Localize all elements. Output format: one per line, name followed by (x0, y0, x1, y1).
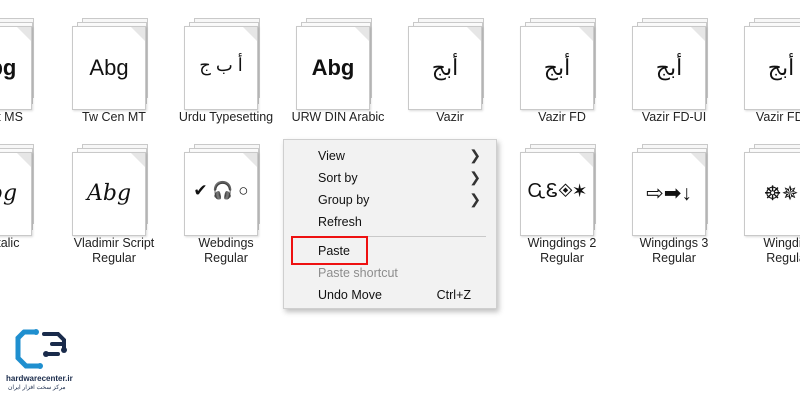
chevron-right-icon: ❯ (469, 169, 481, 185)
font-tile[interactable]: Abg Tw Cen MT (62, 18, 166, 125)
menu-item-label: Group by (318, 193, 370, 207)
menu-item-label: Undo Move (318, 288, 382, 302)
font-file-icon: أبج (408, 18, 492, 110)
font-sample: أبج (543, 55, 571, 80)
font-file-icon: Abg (72, 18, 156, 110)
menu-item-label: Sort by (318, 171, 358, 185)
font-name: Webdings (198, 236, 254, 250)
font-sample: Abg (311, 55, 355, 80)
font-name: Tw Cen MT (82, 110, 146, 124)
font-name: Vladimir Script (73, 236, 155, 250)
watermark-tagline: مرکز سخت افزار ایران (8, 385, 66, 391)
font-tile[interactable]: Abg chet MS (0, 18, 52, 125)
font-file-icon: Abg (0, 144, 42, 236)
font-tile[interactable]: Abg di Italic (0, 144, 52, 251)
font-file-icon: ⇨➡↓ (632, 144, 716, 236)
font-sample: أبج (655, 55, 683, 80)
font-sample: Abg (0, 181, 18, 206)
font-sample: Abg (0, 55, 17, 80)
menu-item-sort-by[interactable]: Sort by ❯ (285, 167, 495, 189)
chevron-right-icon: ❯ (469, 147, 481, 163)
font-name: Wingdings 3 (639, 236, 709, 250)
font-tile[interactable]: أبج Vazir FD (510, 18, 614, 125)
font-file-icon: ☸✵ (744, 144, 800, 236)
font-sample: ✔ 🎧 ○ (193, 181, 249, 200)
context-menu: View ❯ Sort by ❯ Group by ❯ Refresh Past… (283, 139, 497, 309)
font-tile[interactable]: أبج Vazir FD-V (734, 18, 800, 125)
font-sample: ⇨➡↓ (646, 182, 692, 205)
font-name: chet MS (0, 110, 23, 124)
font-style: Regula (766, 251, 800, 265)
font-tile[interactable]: ⇨➡↓ Wingdings 3 Regular (622, 144, 726, 266)
menu-item-view[interactable]: View ❯ (285, 145, 495, 167)
font-sample: أبج (431, 55, 459, 80)
font-tile[interactable]: ✔ 🎧 ○ Webdings Regular (174, 144, 278, 266)
chip-logo-icon (15, 329, 67, 369)
font-name: URW DIN Arabic (291, 110, 385, 124)
font-file-icon: Abg (0, 18, 42, 110)
font-name: Vazir FD-V (755, 110, 800, 124)
menu-item-label: Paste shortcut (318, 266, 398, 280)
font-sample: Abg (86, 181, 132, 206)
menu-item-shortcut: Ctrl+Z (436, 288, 471, 302)
menu-item-undo-move[interactable]: Undo Move Ctrl+Z (285, 284, 495, 306)
font-file-icon: أبج (744, 18, 800, 110)
font-name: Vazir FD (538, 110, 586, 124)
menu-item-label: Refresh (318, 215, 362, 229)
font-tile[interactable]: أ ب ج Urdu Typesetting (174, 18, 278, 125)
font-style: Regular (540, 251, 584, 265)
chevron-right-icon: ❯ (469, 191, 481, 207)
watermark-site: hardwarecenter.ir (6, 374, 73, 383)
font-style: Regular (652, 251, 696, 265)
font-tile[interactable]: ᏩᏋ◈✶ Wingdings 2 Regular (510, 144, 614, 266)
font-tile[interactable]: أبج Vazir FD-UI (622, 18, 726, 125)
font-style: Regular (92, 251, 136, 265)
menu-item-group-by[interactable]: Group by ❯ (285, 189, 495, 211)
font-name: Vazir FD-UI (641, 110, 707, 124)
font-sample: ☸✵ (763, 183, 799, 205)
font-tile[interactable]: ☸✵ Wingdin Regula (734, 144, 800, 266)
font-file-icon: ᏩᏋ◈✶ (520, 144, 604, 236)
font-file-icon: Abg (296, 18, 380, 110)
font-tile[interactable]: Abg URW DIN Arabic (286, 18, 390, 125)
font-file-icon: ✔ 🎧 ○ (184, 144, 268, 236)
font-style: Regular (204, 251, 248, 265)
font-file-icon: Abg (72, 144, 156, 236)
font-file-icon: أبج (632, 18, 716, 110)
menu-item-paste-shortcut[interactable]: Paste shortcut (285, 262, 495, 284)
font-name: di Italic (0, 236, 20, 250)
highlight-box (291, 236, 368, 265)
menu-item-refresh[interactable]: Refresh (285, 211, 495, 233)
font-name: Wingdin (763, 236, 800, 250)
font-sample: Abg (89, 55, 129, 80)
font-sample: أ ب ج (199, 55, 243, 75)
font-file-icon: أبج (520, 18, 604, 110)
font-tile[interactable]: Abg Vladimir Script Regular (62, 144, 166, 266)
font-tile[interactable]: أبج Vazir (398, 18, 502, 125)
font-name: Wingdings 2 (527, 236, 597, 250)
menu-item-label: View (318, 149, 345, 163)
font-name: Vazir (436, 110, 464, 124)
watermark-logo: hardwarecenter.ir مرکز سخت افزار ایران (6, 328, 86, 391)
font-name: Urdu Typesetting (178, 110, 274, 124)
font-file-icon: أ ب ج (184, 18, 268, 110)
font-sample: أبج (767, 55, 795, 80)
font-sample: ᏩᏋ◈✶ (527, 181, 587, 202)
